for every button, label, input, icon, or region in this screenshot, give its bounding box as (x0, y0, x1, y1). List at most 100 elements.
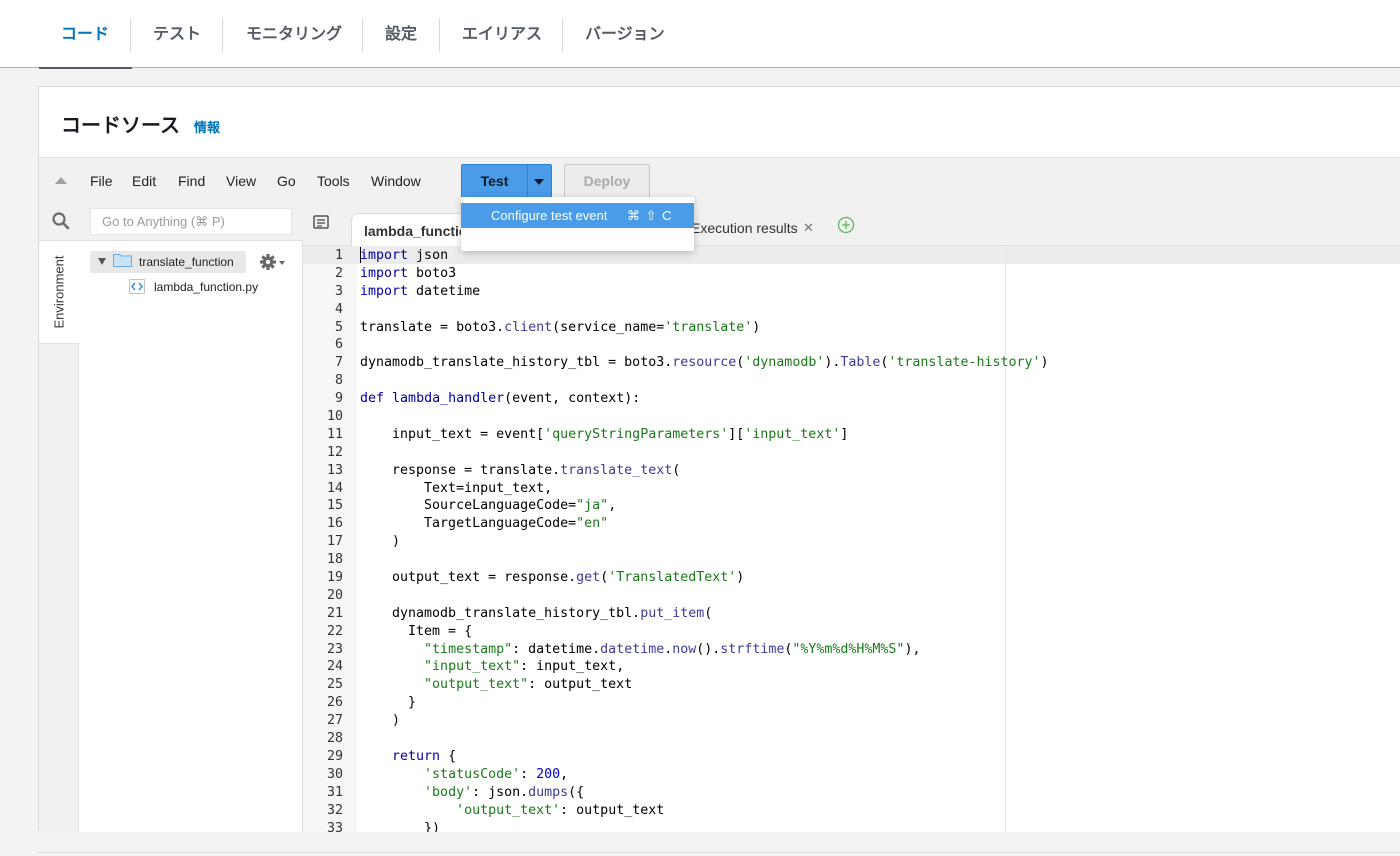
line-number: 31 (326, 784, 343, 800)
code-line: 18 (303, 551, 1400, 569)
tab-settings[interactable]: 設定 (385, 0, 417, 68)
tab-divider (130, 18, 131, 52)
configure-test-event-item[interactable]: Configure test event ⌘ ⇧ C (461, 203, 694, 228)
editor-tab-lambda-function[interactable]: lambda_function.py (351, 213, 477, 246)
menu-tools[interactable]: Tools (317, 173, 350, 189)
line-number: 30 (326, 766, 343, 782)
code-line: 21 dynamodb_translate_history_tbl.put_it… (303, 605, 1400, 623)
line-number: 13 (326, 462, 343, 478)
code-text: } (360, 695, 417, 711)
gear-icon[interactable] (259, 253, 287, 271)
file-item-lambda-function[interactable]: lambda_function.py (129, 278, 289, 296)
expand-triangle-icon[interactable] (98, 258, 106, 265)
search-icon[interactable] (51, 211, 71, 231)
file-tree: translate_function lambda_function.py (79, 241, 303, 832)
code-text: Item = { (360, 623, 473, 639)
code-line: 16 TargetLanguageCode="en" (303, 515, 1400, 533)
code-text: translate = boto3.client(service_name='t… (360, 319, 761, 335)
code-text: 'statusCode': 200, (424, 766, 569, 782)
code-text: dynamodb_translate_history_tbl.put_item( (360, 605, 713, 621)
tab-code[interactable]: コード (38, 0, 133, 69)
line-number: 20 (326, 587, 343, 603)
line-number: 25 (326, 677, 343, 693)
add-tab-icon[interactable] (837, 216, 855, 234)
tab-monitoring[interactable]: モニタリング (246, 0, 342, 68)
line-number: 9 (334, 391, 343, 407)
tree-root-label: translate_function (139, 255, 234, 269)
code-text: return { (392, 748, 457, 764)
code-line: 25 "output_text": output_text (303, 676, 1400, 694)
menu-file[interactable]: File (90, 173, 113, 189)
line-number: 2 (334, 265, 343, 281)
folder-icon (113, 254, 132, 267)
tab-versions[interactable]: バージョン (585, 0, 665, 68)
test-dropdown-toggle[interactable] (527, 164, 552, 198)
line-number: 15 (326, 498, 343, 514)
code-line: 26 } (303, 694, 1400, 712)
menu-window[interactable]: Window (371, 173, 421, 189)
tab-divider (222, 18, 223, 52)
line-number: 18 (326, 552, 343, 568)
line-number: 26 (326, 695, 343, 711)
execution-results-label: Execution results (691, 220, 798, 236)
bottom-divider (38, 852, 1400, 853)
line-number: 11 (326, 426, 343, 442)
code-text: ) (360, 713, 401, 729)
line-number: 10 (326, 409, 343, 425)
code-text: }) (360, 820, 441, 833)
menu-find[interactable]: Find (178, 173, 205, 189)
menu-go[interactable]: Go (277, 173, 296, 189)
code-line: 24 "input_text": input_text, (303, 658, 1400, 676)
code-line: 33 }) (303, 820, 1400, 833)
line-number: 3 (334, 283, 343, 299)
tab-divider (362, 18, 363, 52)
code-source-panel: コードソース 情報 File Edit Find View Go Tools W… (38, 86, 1400, 832)
code-text: 'output_text': output_text (456, 802, 665, 818)
go-to-anything-input[interactable] (90, 208, 292, 235)
line-number: 4 (334, 301, 343, 317)
code-line: 9 def lambda_handler(event, context): (303, 390, 1400, 408)
code-line: 12 (303, 444, 1400, 462)
deploy-button[interactable]: Deploy (564, 164, 650, 198)
line-number: 21 (326, 605, 343, 621)
info-link[interactable]: 情報 (194, 117, 220, 136)
line-number: 33 (326, 820, 343, 833)
code-editor[interactable]: 1 import json 2 import boto3 3 import datetim… (303, 246, 1400, 832)
top-tab-bar: コード テスト モニタリング 設定 エイリアス バージョン (0, 0, 1400, 69)
shortcut-label: ⌘ ⇧ C (627, 208, 673, 223)
editor-tab-execution-results[interactable]: Execution results ✕ (689, 213, 825, 246)
menu-view[interactable]: View (226, 173, 256, 189)
configure-test-event-label: Configure test event (491, 208, 608, 223)
code-line: 15 SourceLanguageCode="ja", (303, 497, 1400, 515)
code-text: def lambda_handler(event, context): (360, 391, 641, 407)
ide-menubar: File Edit Find View Go Tools Window Test… (39, 157, 1400, 203)
tab-list-icon[interactable] (313, 215, 329, 229)
code-line: 20 (303, 587, 1400, 605)
tab-aliases[interactable]: エイリアス (462, 0, 542, 68)
code-line: 3 import datetime (303, 283, 1400, 301)
line-number: 27 (326, 713, 343, 729)
code-line: 30 'statusCode': 200, (303, 766, 1400, 784)
panel-header: コードソース 情報 (39, 87, 1400, 157)
code-text: 'body': json.dumps({ (424, 784, 585, 800)
tree-root-folder[interactable]: translate_function (90, 251, 246, 273)
test-button[interactable]: Test (461, 164, 528, 198)
collapse-arrow-icon[interactable] (55, 177, 67, 184)
code-line: 22 Item = { (303, 623, 1400, 641)
code-line: 8 (303, 372, 1400, 390)
code-line: 17 ) (303, 533, 1400, 551)
tab-test[interactable]: テスト (153, 0, 201, 68)
code-line: 6 (303, 336, 1400, 354)
line-number: 5 (334, 319, 343, 335)
tab-divider (562, 18, 563, 52)
code-line: 10 (303, 408, 1400, 426)
code-text: response = translate.translate_text( (360, 462, 681, 478)
code-text: ) (360, 534, 401, 550)
close-icon[interactable]: ✕ (803, 220, 814, 236)
menu-edit[interactable]: Edit (132, 173, 156, 189)
code-line: 29 return { (303, 748, 1400, 766)
environment-tab[interactable]: Environment (39, 241, 79, 344)
code-text: TargetLanguageCode="en" (360, 516, 609, 532)
python-file-icon (129, 279, 145, 294)
line-number: 12 (326, 444, 343, 460)
